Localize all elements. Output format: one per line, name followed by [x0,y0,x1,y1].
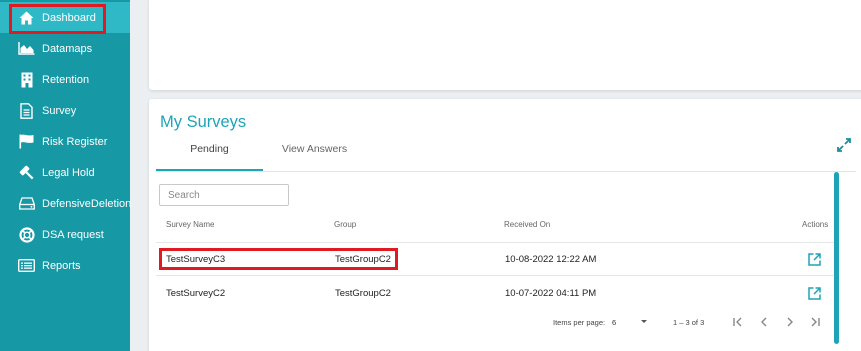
home-icon [18,9,35,26]
sidebar-item-defensive-deletion[interactable]: DefensiveDeletion [0,188,132,219]
sidebar-item-legal-hold[interactable]: Legal Hold [0,157,130,188]
sidebar-item-label: DefensiveDeletion [42,198,132,210]
survey-name-cell: TestSurveyC3 [166,254,226,265]
dashboard-top-card [149,0,861,90]
pagination-range: 1 – 3 of 3 [673,318,705,327]
sidebar-item-retention[interactable]: Retention [0,64,130,95]
lifebuoy-icon [18,226,35,243]
items-per-page-label: Items per page: [553,318,606,327]
tab-active-indicator [156,169,263,171]
tab-view-answers[interactable]: View Answers [263,143,366,171]
list-icon [18,257,35,274]
row-divider [156,242,837,243]
items-per-page-value: 6 [612,318,617,327]
row-divider [156,275,837,276]
sidebar-item-label: Legal Hold [42,167,95,179]
next-page-button[interactable] [782,314,798,330]
search-input[interactable] [159,184,289,206]
items-per-page-select[interactable]: 6 [612,316,652,328]
sidebar-item-label: Dashboard [42,12,96,24]
sidebar: Dashboard Datamaps Retention Survey Risk… [0,0,132,351]
document-icon [18,102,35,119]
last-page-button[interactable] [807,314,823,330]
flag-icon [18,133,35,150]
page-title: My Surveys [160,113,247,131]
received-on-cell: 10-07-2022 04:11 PM [505,288,597,299]
group-cell: TestGroupC2 [335,254,391,265]
sidebar-item-reports[interactable]: Reports [0,250,130,281]
scrollbar[interactable] [834,172,839,344]
column-header-group[interactable]: Group [334,220,356,229]
sidebar-item-survey[interactable]: Survey [0,95,130,126]
drive-icon [18,195,35,212]
gavel-icon [18,164,35,181]
sidebar-item-label: Risk Register [42,136,108,148]
expand-icon[interactable] [837,138,851,152]
sidebar-item-dashboard[interactable]: Dashboard [0,2,130,33]
received-on-cell: 10-08-2022 12:22 AM [505,254,597,265]
column-header-actions: Actions [802,220,829,229]
sidebar-item-risk-register[interactable]: Risk Register [0,126,130,157]
building-icon [18,71,35,88]
sidebar-item-label: DSA request [42,229,104,241]
my-surveys-card: My Surveys Pending View Answers Survey N… [149,99,861,351]
open-survey-icon[interactable] [808,253,821,266]
column-header-received-on[interactable]: Received On [504,220,550,229]
survey-name-cell: TestSurveyC2 [166,288,226,299]
sidebar-item-label: Retention [42,74,90,86]
tab-divider [156,171,856,172]
sidebar-item-datamaps[interactable]: Datamaps [0,33,130,64]
chevron-down-icon [641,320,647,323]
sidebar-item-dsa-request[interactable]: DSA request [0,219,130,250]
previous-page-button[interactable] [756,314,772,330]
open-survey-icon[interactable] [808,287,821,300]
group-cell: TestGroupC2 [335,288,391,299]
sidebar-item-label: Survey [42,105,77,117]
area-chart-icon [18,40,35,57]
sidebar-item-label: Datamaps [42,43,93,55]
column-header-survey-name[interactable]: Survey Name [166,220,214,229]
sidebar-item-label: Reports [42,260,81,272]
first-page-button[interactable] [730,314,746,330]
tab-pending[interactable]: Pending [156,143,263,171]
